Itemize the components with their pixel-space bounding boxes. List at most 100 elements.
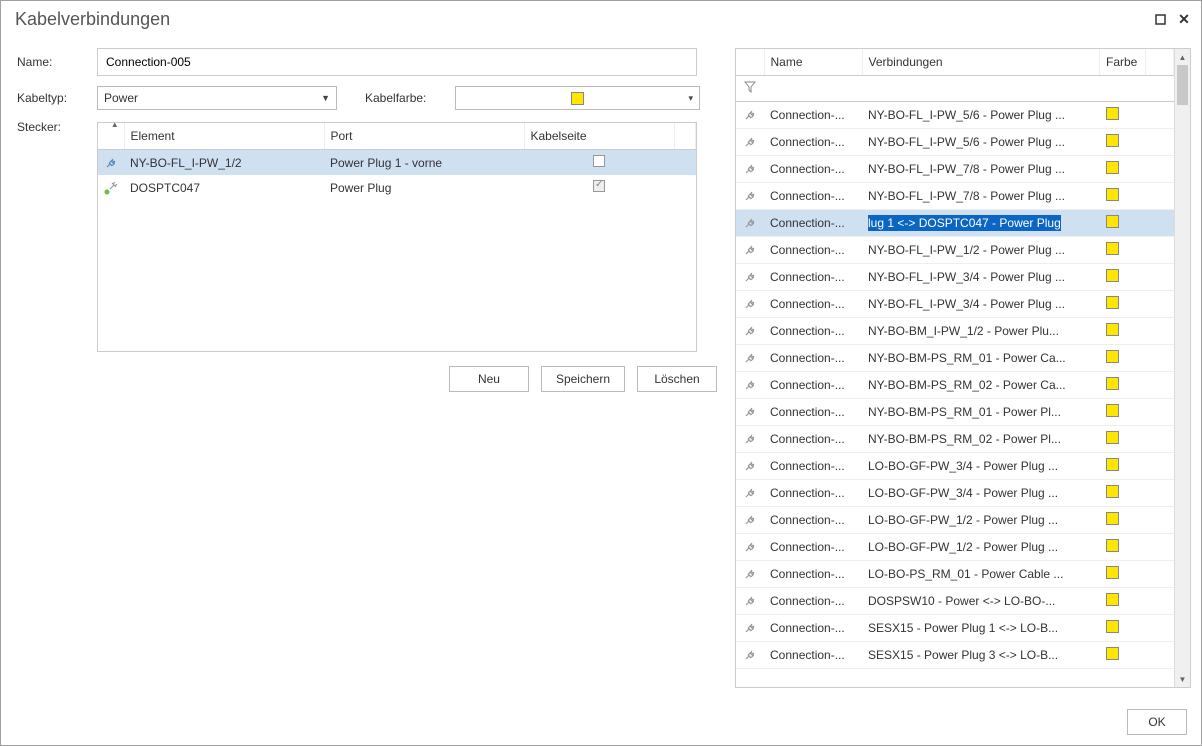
connection-row[interactable]: Connection-...NY-BO-FL_I-PW_1/2 - Power … xyxy=(736,237,1174,264)
plug-icon xyxy=(736,588,764,615)
conn-color xyxy=(1100,210,1146,237)
plug-icon xyxy=(98,150,124,176)
vertical-scrollbar[interactable]: ▲ ▼ xyxy=(1174,49,1190,687)
name-input[interactable] xyxy=(97,48,697,76)
connection-table[interactable]: Name Verbindungen Farbe Connection-...NY… xyxy=(735,48,1191,688)
plug-side-checkbox[interactable] xyxy=(524,150,674,176)
col-element[interactable]: Element xyxy=(124,123,324,150)
connection-row[interactable]: Connection-...LO-BO-GF-PW_1/2 - Power Pl… xyxy=(736,507,1174,534)
scroll-track[interactable] xyxy=(1175,65,1190,671)
connection-row[interactable]: Connection-...LO-BO-GF-PW_3/4 - Power Pl… xyxy=(736,480,1174,507)
ok-button[interactable]: OK xyxy=(1127,709,1187,735)
filter-name[interactable] xyxy=(764,76,862,102)
loeschen-button[interactable]: Löschen xyxy=(637,366,717,392)
conn-verb: NY-BO-FL_I-PW_7/8 - Power Plug ... xyxy=(862,156,1100,183)
col-side[interactable]: Kabelseite xyxy=(524,123,674,150)
connection-row[interactable]: Connection-...NY-BO-FL_I-PW_3/4 - Power … xyxy=(736,291,1174,318)
conn-name: Connection-... xyxy=(764,372,862,399)
connection-row[interactable]: Connection-...SESX15 - Power Plug 1 <-> … xyxy=(736,615,1174,642)
cabletype-select[interactable]: Power ▼ xyxy=(97,86,337,110)
connection-row[interactable]: Connection-...NY-BO-BM-PS_RM_02 - Power … xyxy=(736,426,1174,453)
col-port[interactable]: Port xyxy=(324,123,524,150)
filter-row[interactable] xyxy=(736,76,1174,102)
col-name-header[interactable]: Name xyxy=(764,49,862,76)
conn-verb: DOSPSW10 - Power <-> LO-BO-... xyxy=(862,588,1100,615)
conn-verb: LO-BO-PS_RM_01 - Power Cable ... xyxy=(862,561,1100,588)
plug-port: Power Plug xyxy=(324,175,524,200)
titlebar: Kabelverbindungen ✕ xyxy=(1,1,1201,34)
filter-verb[interactable] xyxy=(862,76,1100,102)
speichern-button[interactable]: Speichern xyxy=(541,366,625,392)
plug-row[interactable]: DOSPTC047Power Plug xyxy=(98,175,696,200)
connection-row[interactable]: Connection-...NY-BO-FL_I-PW_7/8 - Power … xyxy=(736,183,1174,210)
maximize-icon[interactable] xyxy=(1153,13,1167,27)
connection-row[interactable]: Connection-...NY-BO-FL_I-PW_5/6 - Power … xyxy=(736,129,1174,156)
conn-name: Connection-... xyxy=(764,534,862,561)
conn-verb: LO-BO-GF-PW_1/2 - Power Plug ... xyxy=(862,507,1100,534)
conn-color xyxy=(1100,588,1146,615)
conn-name: Connection-... xyxy=(764,318,862,345)
conn-color xyxy=(1100,264,1146,291)
connection-row[interactable]: Connection-...NY-BO-FL_I-PW_3/4 - Power … xyxy=(736,264,1174,291)
conn-verb: NY-BO-FL_I-PW_1/2 - Power Plug ... xyxy=(862,237,1100,264)
connection-row[interactable]: Connection-...NY-BO-FL_I-PW_5/6 - Power … xyxy=(736,102,1174,129)
conn-verb: NY-BO-FL_I-PW_3/4 - Power Plug ... xyxy=(862,291,1100,318)
plug-table[interactable]: ▲ Element Port Kabelseite NY-BO-FL_I-PW_… xyxy=(97,122,697,352)
connection-row[interactable]: Connection-...NY-BO-BM-PS_RM_02 - Power … xyxy=(736,372,1174,399)
color-swatch xyxy=(571,92,584,105)
plug-icon xyxy=(736,642,764,669)
plug-icon xyxy=(736,156,764,183)
conn-name: Connection-... xyxy=(764,129,862,156)
filter-icon[interactable] xyxy=(736,76,764,102)
plug-icon xyxy=(736,210,764,237)
connection-row[interactable]: Connection-...NY-BO-BM-PS_RM_01 - Power … xyxy=(736,399,1174,426)
conn-color xyxy=(1100,642,1146,669)
connection-row[interactable]: Connection-...LO-BO-PS_RM_01 - Power Cab… xyxy=(736,561,1174,588)
scroll-up-icon[interactable]: ▲ xyxy=(1175,49,1190,65)
scroll-down-icon[interactable]: ▼ xyxy=(1175,671,1190,687)
connection-row[interactable]: Connection-...LO-BO-GF-PW_3/4 - Power Pl… xyxy=(736,453,1174,480)
connection-row[interactable]: Connection-...lug 1 <-> DOSPTC047 - Powe… xyxy=(736,210,1174,237)
connection-row[interactable]: Connection-...NY-BO-FL_I-PW_7/8 - Power … xyxy=(736,156,1174,183)
connection-row[interactable]: Connection-...DOSPSW10 - Power <-> LO-BO… xyxy=(736,588,1174,615)
cablecolor-select[interactable]: ▾ xyxy=(455,86,700,110)
plug-icon xyxy=(736,534,764,561)
conn-name: Connection-... xyxy=(764,480,862,507)
scroll-thumb[interactable] xyxy=(1177,65,1188,105)
conn-name: Connection-... xyxy=(764,399,862,426)
plug-icon xyxy=(736,237,764,264)
plug-side-checkbox[interactable] xyxy=(524,175,674,200)
conn-color xyxy=(1100,480,1146,507)
plug-icon xyxy=(736,480,764,507)
connection-row[interactable]: Connection-...SESX15 - Power Plug 3 <-> … xyxy=(736,642,1174,669)
col-spacer xyxy=(674,123,696,150)
name-label: Name: xyxy=(17,55,87,69)
neu-button[interactable]: Neu xyxy=(449,366,529,392)
connection-row[interactable]: Connection-...NY-BO-BM-PS_RM_01 - Power … xyxy=(736,345,1174,372)
conn-verb: NY-BO-FL_I-PW_5/6 - Power Plug ... xyxy=(862,129,1100,156)
col-icon-header[interactable] xyxy=(736,49,764,76)
plug-port: Power Plug 1 - vorne xyxy=(324,150,524,176)
conn-color xyxy=(1100,291,1146,318)
conn-name: Connection-... xyxy=(764,507,862,534)
connection-row[interactable]: Connection-...LO-BO-GF-PW_1/2 - Power Pl… xyxy=(736,534,1174,561)
col-verb-header[interactable]: Verbindungen xyxy=(862,49,1100,76)
col-end-header xyxy=(1146,49,1174,76)
sort-column[interactable]: ▲ xyxy=(98,123,124,150)
conn-verb: LO-BO-GF-PW_1/2 - Power Plug ... xyxy=(862,534,1100,561)
filter-farbe[interactable] xyxy=(1100,76,1146,102)
conn-name: Connection-... xyxy=(764,642,862,669)
conn-name: Connection-... xyxy=(764,264,862,291)
conn-name: Connection-... xyxy=(764,588,862,615)
connection-row[interactable]: Connection-...NY-BO-BM_I-PW_1/2 - Power … xyxy=(736,318,1174,345)
plug-icon xyxy=(736,264,764,291)
chevron-down-icon: ▾ xyxy=(688,93,693,104)
col-farbe-header[interactable]: Farbe xyxy=(1100,49,1146,76)
close-icon[interactable]: ✕ xyxy=(1177,13,1191,27)
conn-name: Connection-... xyxy=(764,210,862,237)
conn-color xyxy=(1100,129,1146,156)
plug-row[interactable]: NY-BO-FL_I-PW_1/2Power Plug 1 - vorne xyxy=(98,150,696,176)
conn-name: Connection-... xyxy=(764,561,862,588)
plug-icon xyxy=(736,345,764,372)
plug-icon xyxy=(98,175,124,200)
